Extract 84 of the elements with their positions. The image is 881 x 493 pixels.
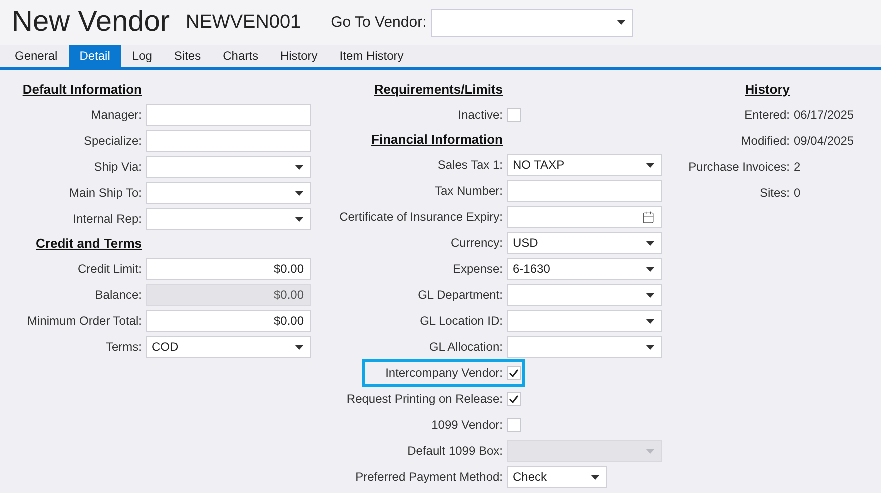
tab[interactable]: General [4,45,69,67]
section-heading: Default Information [22,81,142,99]
field-label: Specialize: [82,133,142,150]
field-label: Main Ship To: [68,185,142,202]
section-heading: Requirements/Limits [373,81,503,99]
checkmark-icon [509,394,519,404]
calendar-icon[interactable] [642,210,655,224]
dropdown-field[interactable] [146,208,311,230]
dropdown-field[interactable] [507,336,662,358]
tab[interactable]: Log [121,45,164,67]
checkbox[interactable] [507,392,521,406]
field-label: Tax Number: [434,183,503,200]
field-label: Manager: [90,107,142,124]
checkbox[interactable] [507,108,521,122]
field-label: Preferred Payment Method: [354,469,503,486]
field-label: Internal Rep: [72,211,142,228]
tab[interactable]: Item History [328,45,415,67]
section-heading: History [744,81,790,99]
input-field[interactable]: $0.00 [146,310,311,332]
dropdown-field[interactable]: Check [507,466,607,488]
checkbox[interactable] [507,366,521,380]
field-label: Modified: [740,133,790,150]
input-field[interactable]: $0.00 [146,258,311,280]
dropdown-field[interactable]: USD [507,232,662,254]
field-label: Certificate of Insurance Expiry: [338,209,503,226]
tab[interactable]: Charts [212,45,270,67]
field-label: Currency: [450,235,503,252]
tab[interactable]: Sites [163,45,212,67]
dropdown-caret-icon [295,190,304,196]
field-label: Go To Vendor: [331,14,427,31]
vendor-dropdown[interactable] [430,8,633,36]
field-value: 0 [794,185,802,202]
section-heading: Financial Information [370,131,503,149]
page-title: New Vendor [12,6,170,39]
dropdown-field[interactable] [507,284,662,306]
dropdown-field[interactable]: NO TAXP [507,154,662,176]
field-label: GL Department: [417,287,503,304]
field-label: Inactive: [457,107,503,124]
field-label: Credit Limit: [76,261,142,278]
field-label: GL Allocation: [428,339,503,356]
dropdown-field[interactable] [146,182,311,204]
input-field[interactable] [507,180,662,202]
dropdown-caret-icon [616,20,626,25]
tab[interactable]: Detail [68,45,122,67]
dropdown-field[interactable] [507,310,662,332]
field-label: Intercompany Vendor: [384,365,503,382]
dropdown-caret-icon [295,344,304,350]
field-label: Terms: [105,339,142,356]
dropdown-caret-icon [646,162,655,168]
dropdown-caret-icon [646,448,655,454]
dropdown-field[interactable] [146,156,311,178]
checkbox[interactable] [507,418,521,432]
field-label: Entered: [744,107,790,124]
dropdown-caret-icon [295,216,304,222]
dropdown-caret-icon [591,474,600,480]
section-heading: Credit and Terms [35,235,142,253]
field-value: 06/17/2025 [794,107,856,124]
field-label: GL Location ID: [419,313,503,330]
field-label: 1099 Vendor: [430,417,503,434]
field-label: Expense: [452,261,503,278]
input-field[interactable] [146,104,311,126]
field-label: Purchase Invoices: [688,159,790,176]
tab[interactable]: History [269,45,329,67]
field-label: Default 1099 Box: [406,443,503,460]
dropdown-caret-icon [646,240,655,246]
vendor-code: NEWVEN001 [186,12,302,34]
dropdown-caret-icon [646,344,655,350]
field-label: Ship Via: [93,159,142,176]
field-label: Request Printing on Release: [346,391,503,408]
dropdown-caret-icon [646,292,655,298]
dropdown-caret-icon [646,266,655,272]
dropdown-field[interactable]: COD [146,336,311,358]
date-field[interactable] [507,206,662,228]
dropdown-caret-icon [646,318,655,324]
field-label: Sales Tax 1: [436,157,503,174]
field-value: 09/04/2025 [794,133,856,150]
checkmark-icon [509,368,519,378]
input-field[interactable] [146,130,311,152]
field-label: Balance: [94,287,142,304]
field-value: 2 [794,159,802,176]
field-label: Minimum Order Total: [26,313,142,330]
dropdown-caret-icon [295,164,304,170]
dropdown-field[interactable]: 6-1630 [507,258,662,280]
field-label: Sites: [758,185,790,202]
